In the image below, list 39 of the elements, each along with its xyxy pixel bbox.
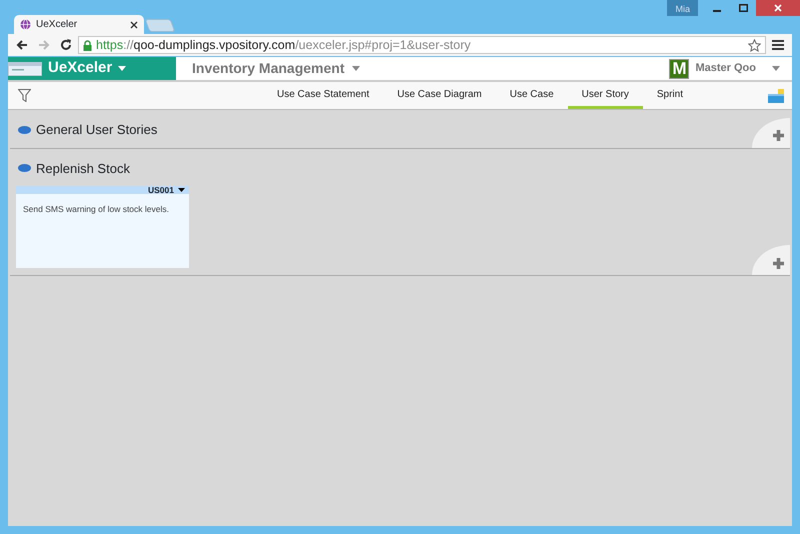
reload-icon xyxy=(60,39,72,51)
nav-tab[interactable]: Use Case xyxy=(496,82,568,109)
caret-icon xyxy=(772,66,780,71)
browser-tab[interactable]: UeXceler xyxy=(14,15,144,34)
oval-icon xyxy=(18,126,31,134)
tab-title: UeXceler xyxy=(36,18,78,32)
avatar: M xyxy=(669,58,690,78)
url-text: https://qoo-dumplings.vpository.com/uexceler.jsp#proj=1&user-story xyxy=(96,36,472,54)
oval-icon xyxy=(18,164,31,172)
story-text: Send SMS warning of low stock levels. xyxy=(22,203,170,216)
lock-icon xyxy=(83,40,92,50)
caret-icon xyxy=(118,66,126,71)
close-icon xyxy=(774,4,782,12)
panel-icon xyxy=(768,88,784,102)
user-menu[interactable]: M Master Qoo xyxy=(663,57,792,80)
nav-tab[interactable]: Sprint xyxy=(642,82,697,109)
menu-icon xyxy=(772,39,784,51)
back-arrow-icon xyxy=(16,39,28,51)
user-badge: Mia xyxy=(667,0,698,16)
plus-icon xyxy=(773,258,784,268)
caret-icon xyxy=(352,66,360,71)
project-menu[interactable]: Inventory Management xyxy=(186,57,366,80)
layout-button[interactable] xyxy=(766,86,786,104)
maximize-icon xyxy=(738,4,748,12)
globe-icon xyxy=(20,19,31,30)
filter-icon xyxy=(18,89,30,102)
address-bar[interactable]: https://qoo-dumplings.vpository.com/uexceler.jsp#proj=1&user-story xyxy=(78,36,766,54)
caret-icon[interactable] xyxy=(178,188,185,192)
star-icon[interactable] xyxy=(748,38,761,52)
forward-arrow-icon xyxy=(38,39,50,51)
section-title: General User Stories xyxy=(36,121,158,139)
section-title: Replenish Stock xyxy=(36,160,130,178)
nav-tab[interactable]: Use Case Diagram xyxy=(383,82,496,109)
close-button[interactable] xyxy=(756,0,800,16)
close-icon[interactable] xyxy=(130,20,138,28)
plus-icon xyxy=(773,130,784,141)
nav-tab[interactable]: Use Case Statement xyxy=(262,82,384,109)
window-icon xyxy=(8,62,42,76)
story-id: US001 xyxy=(148,184,174,196)
